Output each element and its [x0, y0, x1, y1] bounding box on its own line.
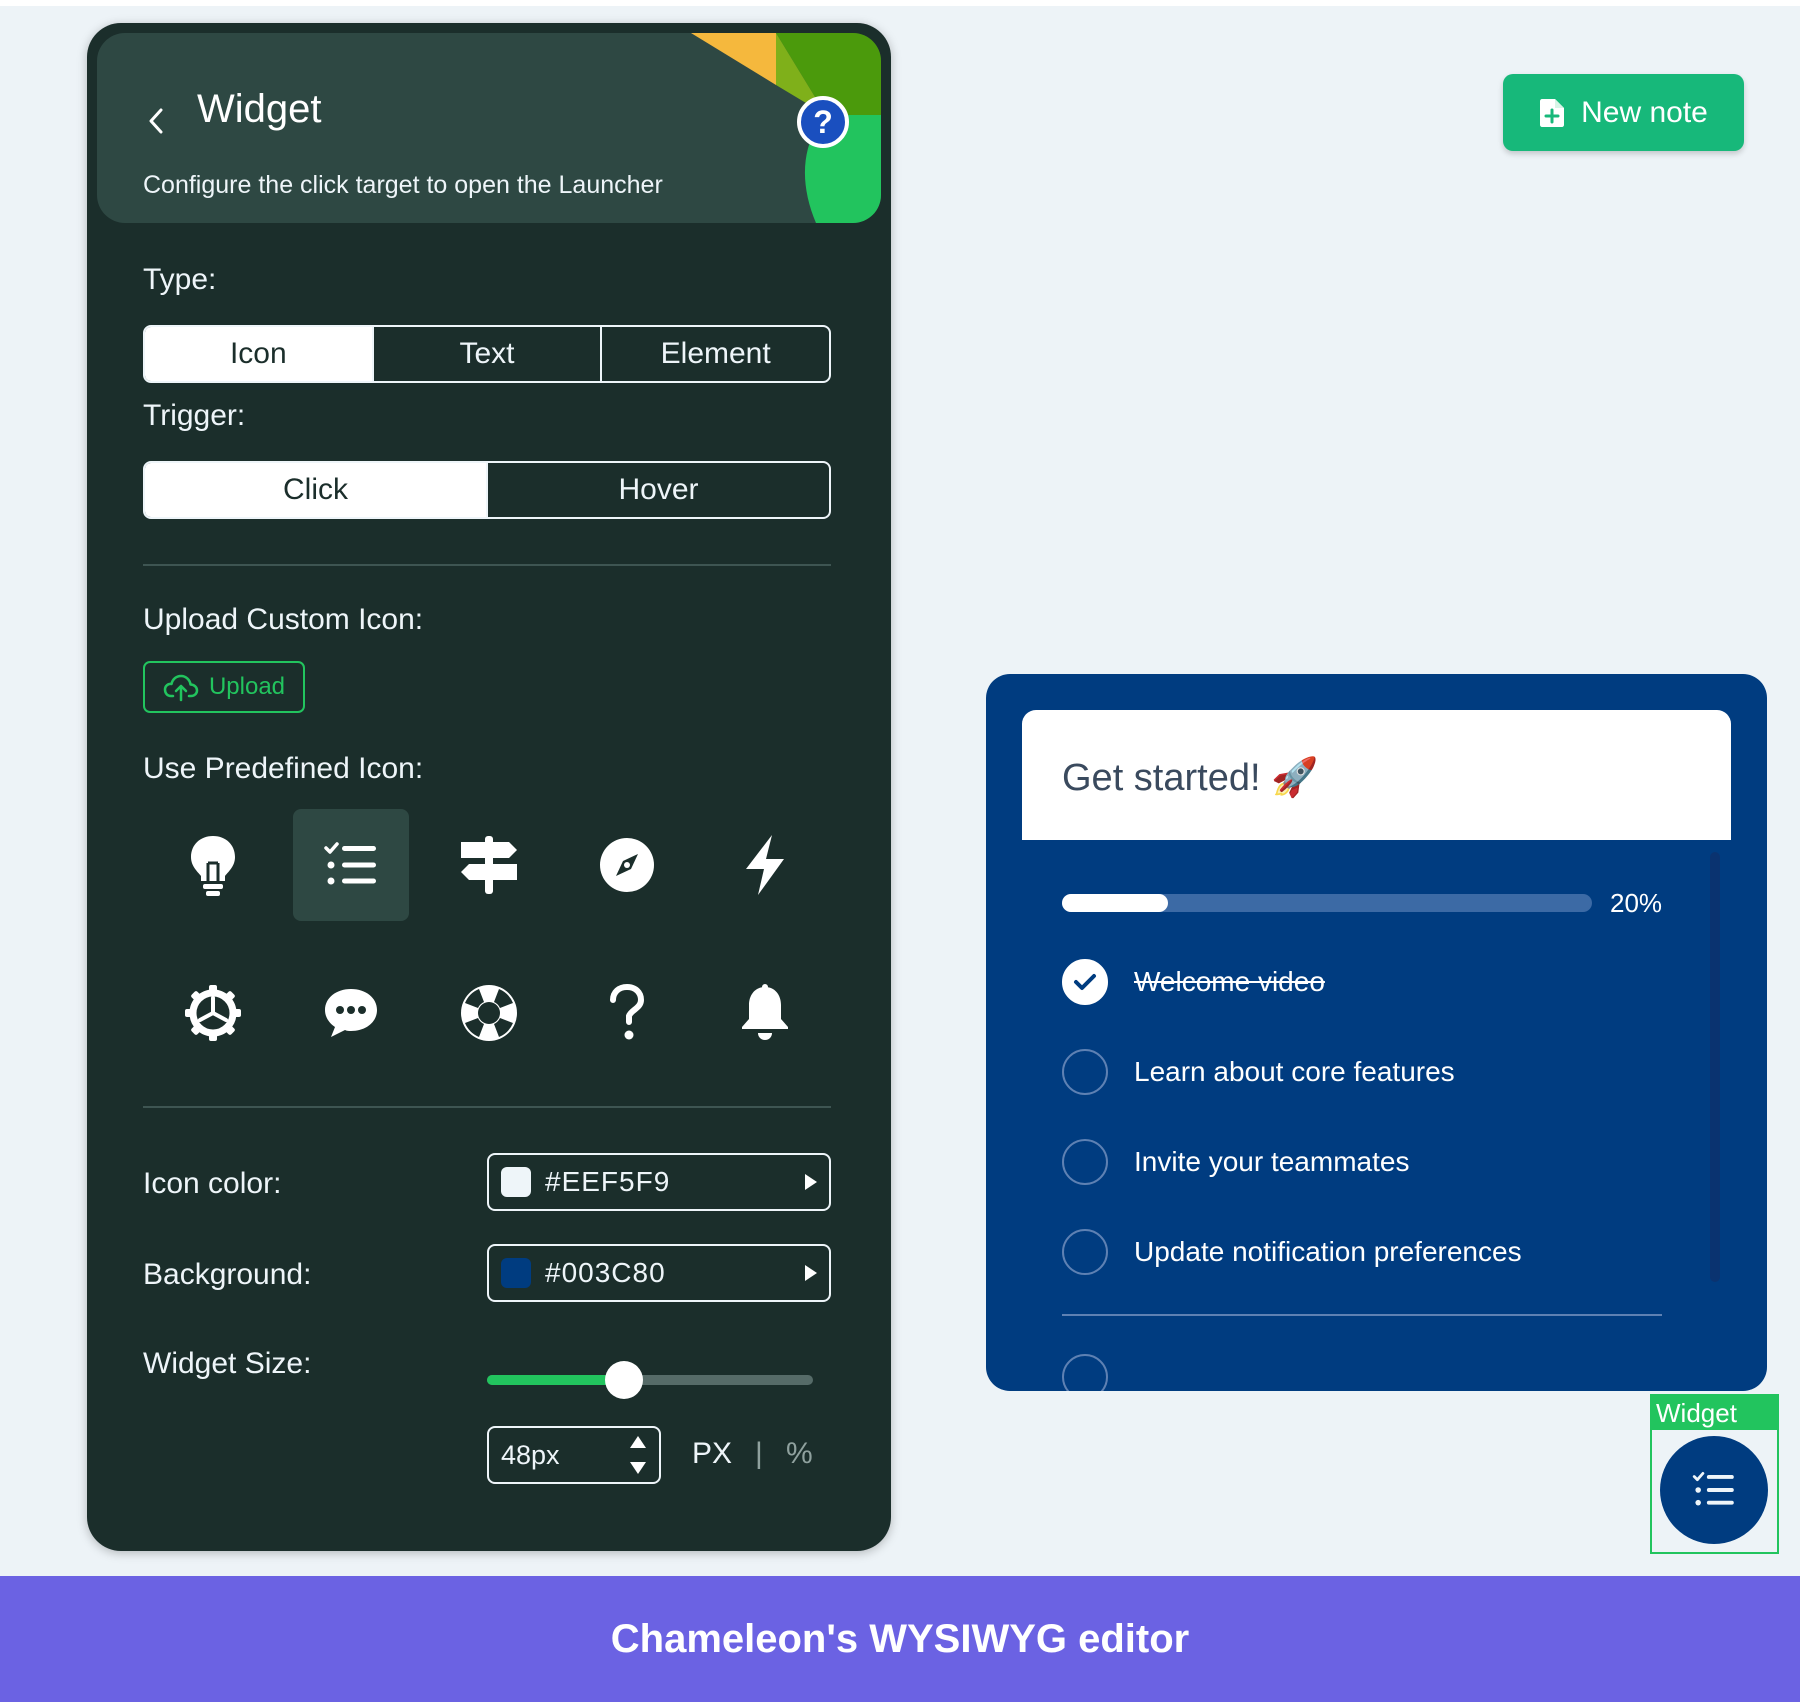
- checklist-item-label: Welcome video: [1134, 966, 1325, 997]
- stepper-down-icon[interactable]: [630, 1462, 646, 1474]
- checklist-item-label: Update notification preferences: [1134, 1236, 1522, 1267]
- trigger-segmented-control: Click Hover: [143, 461, 831, 519]
- upload-button[interactable]: Upload: [143, 661, 305, 713]
- widget-size-value: 48px: [501, 1439, 560, 1470]
- footer-caption: Chameleon's WYSIWYG editor: [0, 1576, 1800, 1702]
- header-decoration: [691, 33, 881, 223]
- trigger-option-hover[interactable]: Hover: [486, 463, 829, 517]
- lifebuoy-icon: [461, 985, 517, 1041]
- icon-option-signpost[interactable]: [431, 809, 547, 921]
- type-segmented-control: Icon Text Element: [143, 325, 831, 383]
- icon-option-checklist[interactable]: [293, 809, 409, 921]
- progress-fill: [1062, 894, 1168, 912]
- chat-bubble-icon: [325, 989, 377, 1037]
- background-color-value: #003C80: [545, 1257, 666, 1288]
- background-label: Background:: [143, 1258, 312, 1291]
- divider: [143, 564, 831, 566]
- checklist-item[interactable]: Update notification preferences: [1062, 1228, 1522, 1276]
- widget-launcher-button[interactable]: [1660, 1436, 1768, 1544]
- slider-fill: [487, 1375, 624, 1385]
- question-icon: [610, 984, 645, 1040]
- new-note-button[interactable]: New note: [1503, 74, 1744, 151]
- top-strip: [0, 0, 1800, 6]
- icon-option-lightning[interactable]: [707, 809, 823, 921]
- empty-circle-icon[interactable]: [1062, 1229, 1108, 1275]
- icon-option-lightbulb[interactable]: [155, 809, 271, 921]
- unit-px-option[interactable]: PX: [692, 1437, 732, 1471]
- icon-color-value: #EEF5F9: [545, 1166, 671, 1197]
- icon-option-lifebuoy[interactable]: [431, 957, 547, 1069]
- unit-separator: |: [755, 1437, 763, 1470]
- question-icon: ?: [813, 103, 833, 140]
- signpost-icon: [461, 836, 517, 894]
- icon-option-gear[interactable]: [155, 957, 271, 1069]
- checklist-item-label: Learn about core features: [1134, 1056, 1455, 1087]
- checklist-item[interactable]: Learn about core features: [1062, 1048, 1455, 1096]
- panel-subtitle: Configure the click target to open the L…: [143, 171, 663, 199]
- new-note-label: New note: [1581, 95, 1708, 129]
- upload-custom-icon-label: Upload Custom Icon:: [143, 603, 424, 636]
- lightning-icon: [746, 835, 784, 895]
- unit-percent-option[interactable]: %: [786, 1437, 813, 1471]
- back-button[interactable]: [141, 99, 171, 143]
- panel-header: Widget Configure the click target to ope…: [97, 33, 881, 223]
- progress-label: 20%: [1610, 888, 1663, 918]
- checked-circle-icon[interactable]: [1062, 959, 1108, 1005]
- checklist-icon: [324, 842, 376, 885]
- background-color-swatch: [501, 1258, 531, 1288]
- gear-icon: [185, 985, 241, 1041]
- compass-icon: [600, 838, 654, 892]
- icon-option-compass[interactable]: [569, 809, 685, 921]
- icon-option-bell[interactable]: [707, 957, 823, 1069]
- add-note-icon: [1540, 98, 1565, 127]
- checklist-preview: Get started! 🚀 20% Welcome video Learn ab…: [986, 674, 1767, 1391]
- upload-button-label: Upload: [208, 673, 286, 700]
- checklist-icon: [1692, 1471, 1734, 1506]
- size-stepper[interactable]: [627, 1433, 649, 1477]
- icon-option-question[interactable]: [569, 957, 685, 1069]
- widget-size-input[interactable]: 48px: [487, 1426, 661, 1484]
- chevron-left-icon: [149, 108, 163, 134]
- trigger-option-click[interactable]: Click: [145, 463, 486, 517]
- stepper-up-icon[interactable]: [630, 1436, 646, 1448]
- caret-right-icon: [805, 1174, 817, 1190]
- bell-icon: [742, 984, 788, 1040]
- panel-title: Widget: [197, 87, 322, 131]
- type-option-element[interactable]: Element: [600, 327, 829, 381]
- divider: [143, 1106, 831, 1108]
- checklist-item[interactable]: Welcome video: [1062, 958, 1325, 1006]
- predefined-icon-label: Use Predefined Icon:: [143, 752, 424, 785]
- lightbulb-icon: [191, 836, 235, 896]
- checklist-scrollbar[interactable]: [1710, 852, 1720, 1282]
- widget-size-label: Widget Size:: [143, 1347, 312, 1380]
- icon-option-chat[interactable]: [293, 957, 409, 1069]
- checklist-item-partial: [1062, 1354, 1108, 1391]
- trigger-label: Trigger:: [143, 399, 246, 432]
- progress-bar: [1062, 894, 1592, 912]
- widget-selection-frame: Widget: [1650, 1394, 1779, 1554]
- type-label: Type:: [143, 263, 217, 296]
- widget-editor-panel: Widget Configure the click target to ope…: [87, 23, 891, 1551]
- checklist-divider: [1062, 1314, 1662, 1316]
- widget-tag: Widget: [1652, 1396, 1777, 1430]
- checklist-item-label: Invite your teammates: [1134, 1146, 1410, 1177]
- empty-circle-icon[interactable]: [1062, 1049, 1108, 1095]
- cloud-upload-icon: [163, 674, 199, 702]
- predefined-icon-grid: [143, 809, 831, 1079]
- type-option-text[interactable]: Text: [371, 327, 601, 381]
- type-option-icon[interactable]: Icon: [145, 327, 372, 381]
- widget-size-slider[interactable]: [487, 1359, 813, 1399]
- checklist-header: Get started! 🚀: [1022, 710, 1731, 840]
- icon-color-swatch: [501, 1167, 531, 1197]
- icon-color-picker[interactable]: #EEF5F9: [487, 1153, 831, 1211]
- empty-circle-icon[interactable]: [1062, 1139, 1108, 1185]
- background-color-picker[interactable]: #003C80: [487, 1244, 831, 1302]
- checklist-title: Get started! 🚀: [1062, 757, 1319, 799]
- slider-thumb[interactable]: [604, 1361, 643, 1399]
- help-button[interactable]: ?: [797, 96, 849, 148]
- caret-right-icon: [805, 1265, 817, 1281]
- icon-color-label: Icon color:: [143, 1167, 282, 1200]
- checklist-item[interactable]: Invite your teammates: [1062, 1138, 1409, 1186]
